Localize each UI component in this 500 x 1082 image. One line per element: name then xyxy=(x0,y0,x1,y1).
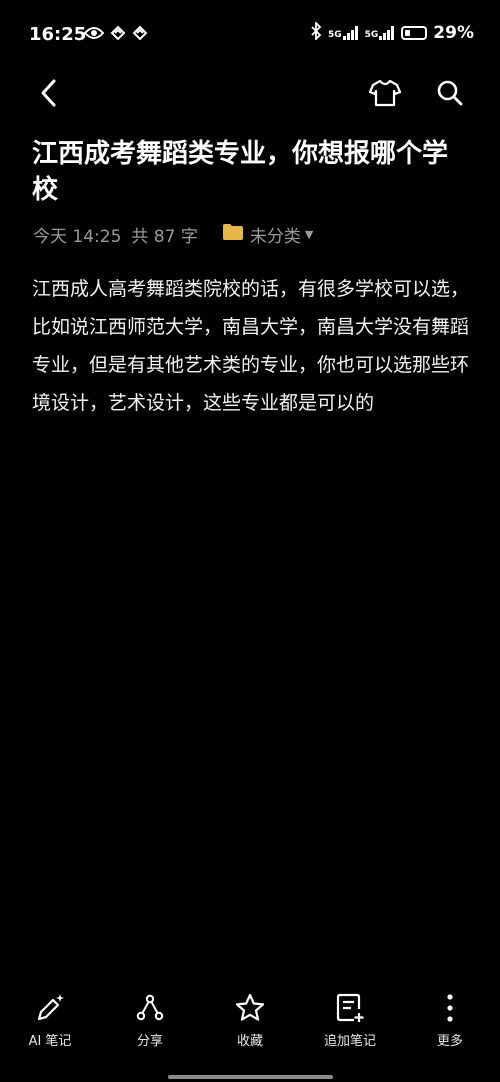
chevron-left-icon xyxy=(39,78,59,112)
star-icon xyxy=(234,990,266,1026)
more-vertical-icon xyxy=(445,990,455,1026)
back-button[interactable] xyxy=(30,76,68,114)
more-label: 更多 xyxy=(436,1034,463,1049)
status-bar: 16:25 5G 5G 29% xyxy=(0,0,500,66)
app-notification-icon xyxy=(110,24,126,44)
bottom-toolbar: AI 笔记 分享 收藏 追加笔记 更多 xyxy=(0,990,500,1050)
status-left-icons xyxy=(83,24,148,44)
signal-icon-1: 5G xyxy=(328,26,359,40)
share-icon xyxy=(135,990,165,1026)
home-indicator[interactable] xyxy=(168,1075,333,1079)
search-button[interactable] xyxy=(430,75,470,115)
add-note-icon xyxy=(335,990,365,1026)
add-note-button[interactable]: 追加笔记 xyxy=(305,990,395,1049)
eye-icon xyxy=(83,25,105,44)
signal-icon-2: 5G xyxy=(365,26,396,40)
note-meta: 今天 14:25 共 87 字 未分类 ▼ xyxy=(33,221,313,247)
favorite-button[interactable]: 收藏 xyxy=(205,990,295,1049)
note-word-count: 共 87 字 xyxy=(131,226,198,247)
status-right-icons: 5G 5G 29% xyxy=(310,20,474,44)
theme-button[interactable] xyxy=(365,75,405,115)
ai-note-label: AI 笔记 xyxy=(28,1034,72,1049)
tshirt-icon xyxy=(368,79,402,111)
note-date: 今天 14:25 xyxy=(33,226,122,247)
note-title[interactable]: 江西成考舞蹈类专业，你想报哪个学校 xyxy=(32,136,472,208)
bluetooth-icon xyxy=(310,20,322,44)
category-selector[interactable]: 未分类 ▼ xyxy=(222,222,313,247)
ai-note-button[interactable]: AI 笔记 xyxy=(5,990,95,1049)
more-button[interactable]: 更多 xyxy=(405,990,495,1049)
status-time: 16:25 xyxy=(29,24,87,45)
app-notification-icon-2 xyxy=(132,24,148,44)
category-label: 未分类 xyxy=(249,226,301,247)
share-label: 分享 xyxy=(136,1034,163,1049)
caret-down-icon: ▼ xyxy=(304,227,314,241)
share-button[interactable]: 分享 xyxy=(105,990,195,1049)
search-icon xyxy=(436,79,464,111)
favorite-label: 收藏 xyxy=(236,1034,263,1049)
ai-pen-icon xyxy=(34,990,66,1026)
battery-icon xyxy=(401,26,428,40)
battery-percent: 29% xyxy=(433,23,474,43)
add-note-label: 追加笔记 xyxy=(323,1034,376,1049)
folder-icon xyxy=(222,223,244,246)
note-body[interactable]: 江西成人高考舞蹈类院校的话，有很多学校可以选，比如说江西师范大学，南昌大学，南昌… xyxy=(32,270,472,422)
